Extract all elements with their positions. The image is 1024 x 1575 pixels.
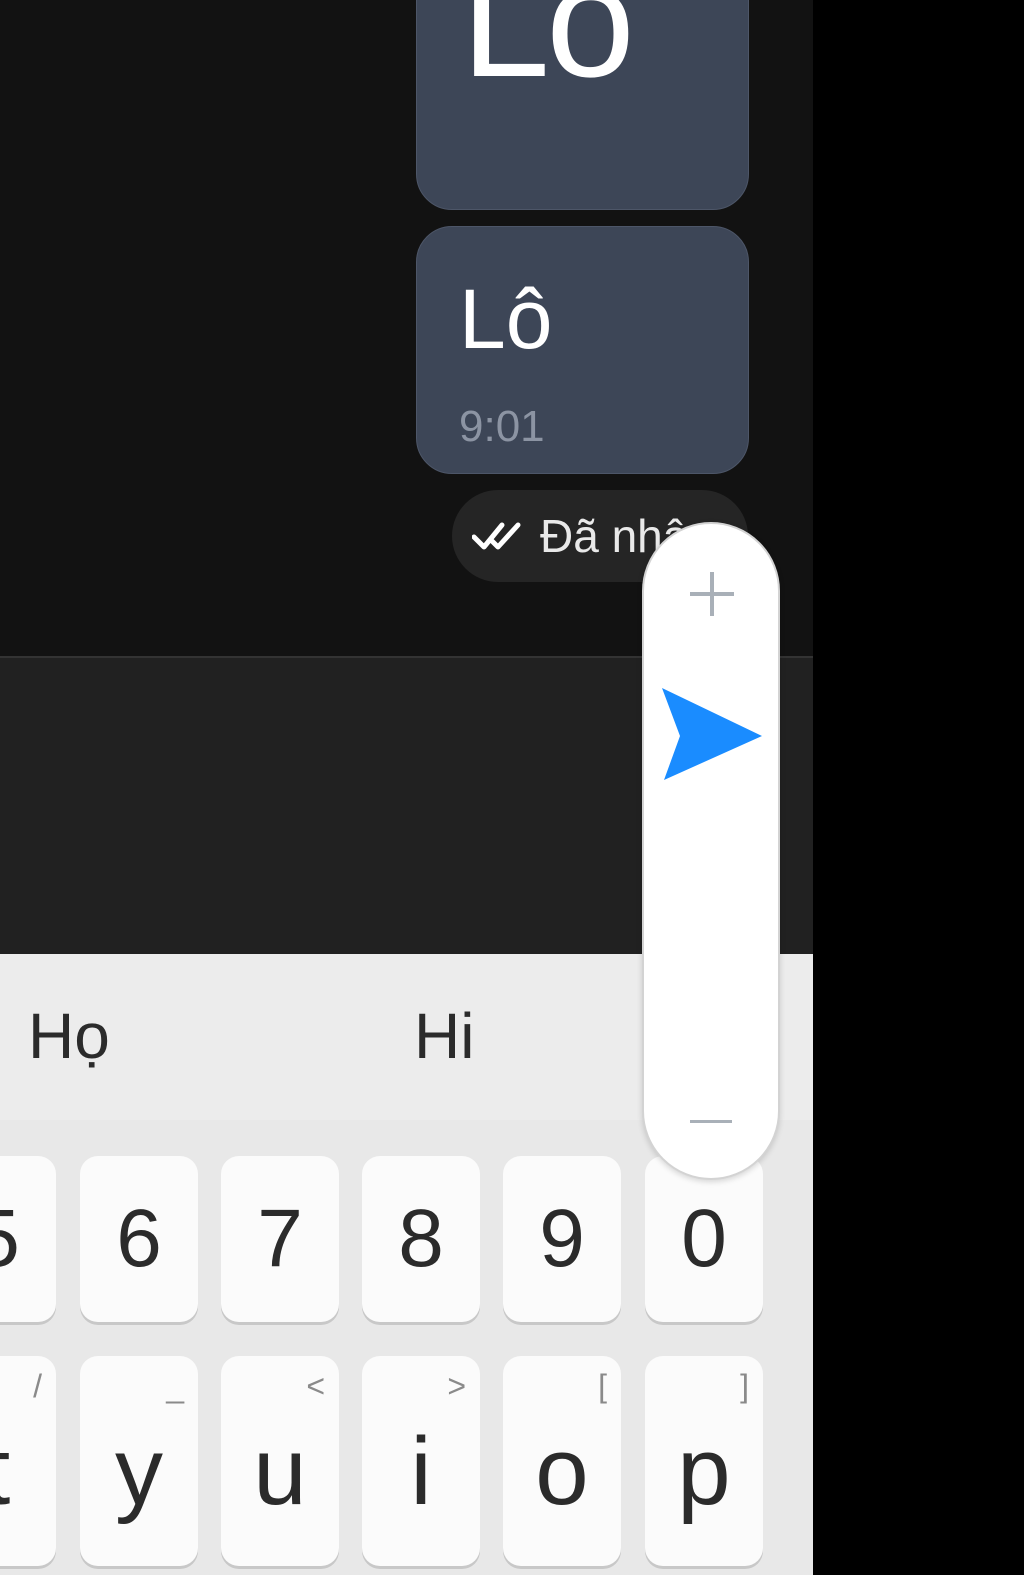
minus-icon[interactable] xyxy=(690,1120,732,1123)
key-y[interactable]: _ y xyxy=(80,1356,198,1566)
key-8[interactable]: 8 xyxy=(362,1156,480,1322)
message-text-large: Lo xyxy=(461,0,635,110)
key-9[interactable]: 9 xyxy=(503,1156,621,1322)
key-p[interactable]: ] p xyxy=(645,1356,763,1566)
key-6[interactable]: 6 xyxy=(80,1156,198,1322)
key-0[interactable]: 0 xyxy=(645,1156,763,1322)
plus-icon[interactable] xyxy=(688,570,736,618)
key-u[interactable]: < u xyxy=(221,1356,339,1566)
send-icon[interactable] xyxy=(658,682,766,786)
key-7[interactable]: 7 xyxy=(221,1156,339,1322)
message-text: Lô xyxy=(459,272,553,366)
phone-screen: Lo Lô 9:01 Đã nhậ Họ Hi 5 6 7 8 9 0 /t _… xyxy=(0,0,813,1575)
message-time: 9:01 xyxy=(459,402,545,451)
double-check-icon xyxy=(472,522,521,550)
key-t[interactable]: /t xyxy=(0,1356,56,1566)
message-bubble[interactable]: Lô 9:01 xyxy=(416,226,749,474)
key-o[interactable]: [o xyxy=(503,1356,621,1566)
suggestion-2[interactable]: Hi xyxy=(414,1004,474,1068)
suggestion-1[interactable]: Họ xyxy=(28,1004,110,1068)
message-bubble-large[interactable]: Lo xyxy=(416,0,749,210)
zoom-send-slider[interactable] xyxy=(642,522,780,1180)
key-5[interactable]: 5 xyxy=(0,1156,56,1322)
key-i[interactable]: > i xyxy=(362,1356,480,1566)
